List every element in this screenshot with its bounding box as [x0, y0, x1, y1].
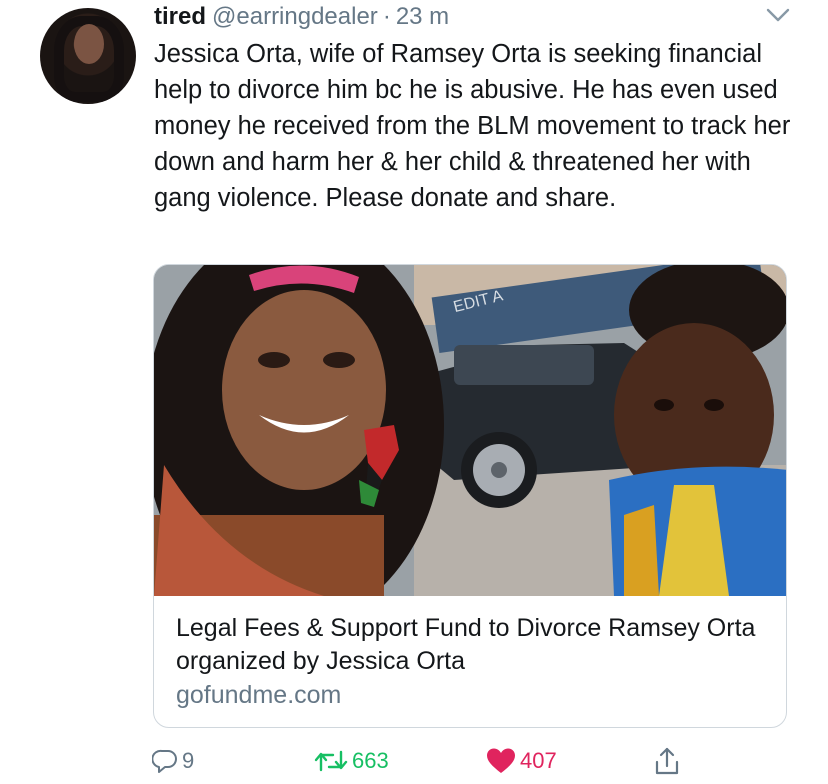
reply-count: 9 [182, 748, 195, 773]
link-card[interactable]: EDIT A Legal Fees & Support Fund to Divo… [153, 264, 787, 728]
separator-dot: · [382, 3, 391, 30]
display-name[interactable]: tired [154, 3, 206, 31]
avatar-face [74, 24, 104, 64]
card-image: EDIT A [154, 265, 786, 596]
tweet-header: tired @earringdealer · 23 m [154, 0, 449, 34]
retweet-count: 663 [352, 748, 389, 773]
card-photo-illustration: EDIT A [154, 265, 786, 596]
card-domain: gofundme.com [176, 681, 342, 709]
tweet-text: Jessica Orta, wife of Ramsey Orta is see… [154, 40, 791, 212]
like-button[interactable]: 407 [486, 744, 557, 778]
chevron-down-icon[interactable] [766, 6, 790, 24]
reply-icon [152, 749, 177, 773]
like-count: 407 [520, 748, 557, 773]
user-handle[interactable]: @earringdealer [212, 3, 378, 31]
share-button[interactable] [654, 744, 684, 778]
tweet-actions: 9 663 407 [152, 744, 792, 778]
tweet-timestamp[interactable]: 23 m [396, 3, 449, 31]
share-icon [655, 747, 679, 775]
heart-icon [487, 748, 515, 773]
reply-button[interactable]: 9 [152, 744, 194, 778]
retweet-icon [314, 750, 348, 772]
avatar[interactable] [40, 8, 136, 104]
retweet-button[interactable]: 663 [314, 744, 389, 778]
card-title: Legal Fees & Support Fund to Divorce Ram… [176, 614, 756, 675]
